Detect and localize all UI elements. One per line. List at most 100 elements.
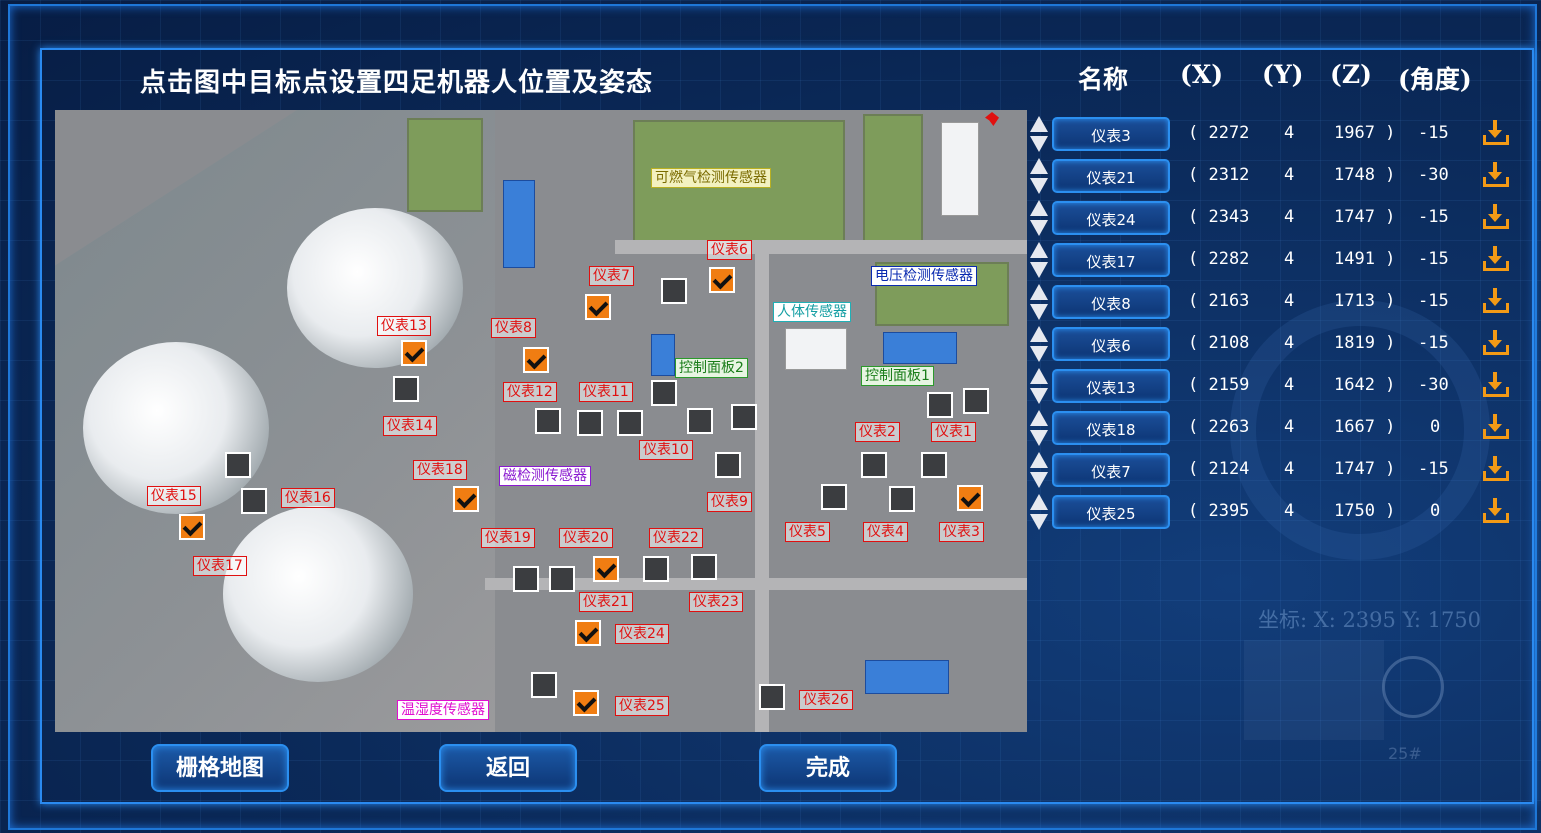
meter-label: 仪表4 — [863, 522, 908, 542]
download-icon[interactable] — [1482, 498, 1509, 524]
row-name-button[interactable]: 仪表18 — [1052, 411, 1170, 445]
target-point-checked[interactable] — [593, 556, 619, 582]
download-icon[interactable] — [1482, 330, 1509, 356]
meter-label: 仪表6 — [707, 240, 752, 260]
cell-x: ( 2159 — [1188, 375, 1250, 395]
download-icon[interactable] — [1482, 372, 1509, 398]
cell-z: 1819 ) — [1334, 333, 1396, 353]
site-map[interactable]: 可燃气检测传感器 电压检测传感器 人体传感器 控制面板2 控制面板1 磁检测传感… — [55, 110, 1027, 732]
cell-x: ( 2343 — [1188, 207, 1250, 227]
table-row: 仪表18 ( 2263 4 1667 ) 0 — [1030, 409, 1520, 449]
cell-x: ( 2124 — [1188, 459, 1250, 479]
target-point[interactable] — [643, 556, 669, 582]
done-button[interactable]: 完成 — [759, 744, 897, 792]
download-icon[interactable] — [1482, 288, 1509, 314]
green-area — [863, 114, 923, 248]
download-icon[interactable] — [1482, 414, 1509, 440]
target-point[interactable] — [651, 380, 677, 406]
row-name-button[interactable]: 仪表24 — [1052, 201, 1170, 235]
row-name-button[interactable]: 仪表7 — [1052, 453, 1170, 487]
row-name-button[interactable]: 仪表17 — [1052, 243, 1170, 277]
target-point-checked[interactable] — [573, 690, 599, 716]
cell-angle: 0 — [1430, 501, 1441, 521]
target-point[interactable] — [513, 566, 539, 592]
reorder-arrows-icon[interactable] — [1030, 452, 1048, 490]
cell-x: ( 2108 — [1188, 333, 1250, 353]
row-name-button[interactable]: 仪表3 — [1052, 117, 1170, 151]
cell-y: 4 — [1284, 333, 1295, 353]
cell-y: 4 — [1284, 207, 1295, 227]
meter-label: 仪表12 — [503, 382, 557, 402]
target-point[interactable] — [889, 486, 915, 512]
coordinate-readout: 坐标: X: 2395 Y: 1750 — [1258, 608, 1482, 632]
cell-y: 4 — [1284, 417, 1295, 437]
target-point[interactable] — [225, 452, 251, 478]
target-point-checked[interactable] — [575, 620, 601, 646]
reorder-arrows-icon[interactable] — [1030, 200, 1048, 238]
target-point[interactable] — [821, 484, 847, 510]
meter-label: 仪表15 — [147, 486, 201, 506]
cell-z: 1642 ) — [1334, 375, 1396, 395]
table-row: 仪表6 ( 2108 4 1819 ) -15 — [1030, 325, 1520, 365]
row-name-button[interactable]: 仪表13 — [1052, 369, 1170, 403]
target-point[interactable] — [661, 278, 687, 304]
target-point[interactable] — [535, 408, 561, 434]
reorder-arrows-icon[interactable] — [1030, 116, 1048, 154]
meter-label: 仪表10 — [639, 440, 693, 460]
target-point-checked[interactable] — [453, 486, 479, 512]
cell-x: ( 2263 — [1188, 417, 1250, 437]
target-point-checked[interactable] — [585, 294, 611, 320]
download-icon[interactable] — [1482, 120, 1509, 146]
target-point-checked[interactable] — [179, 514, 205, 540]
target-point[interactable] — [759, 684, 785, 710]
green-area — [407, 118, 483, 212]
row-name-button[interactable]: 仪表25 — [1052, 495, 1170, 529]
reorder-arrows-icon[interactable] — [1030, 410, 1048, 448]
back-button[interactable]: 返回 — [439, 744, 577, 792]
target-point[interactable] — [687, 408, 713, 434]
download-icon[interactable] — [1482, 204, 1509, 230]
target-point[interactable] — [921, 452, 947, 478]
download-icon[interactable] — [1482, 246, 1509, 272]
download-icon[interactable] — [1482, 162, 1509, 188]
reorder-arrows-icon[interactable] — [1030, 494, 1048, 532]
building — [503, 180, 535, 268]
target-point[interactable] — [927, 392, 953, 418]
table-row: 仪表25 ( 2395 4 1750 ) 0 — [1030, 493, 1520, 533]
target-point[interactable] — [691, 554, 717, 580]
cell-y: 4 — [1284, 165, 1295, 185]
target-point[interactable] — [577, 410, 603, 436]
reorder-arrows-icon[interactable] — [1030, 326, 1048, 364]
target-point[interactable] — [393, 376, 419, 402]
cell-angle: -15 — [1418, 207, 1449, 227]
target-point-checked[interactable] — [957, 485, 983, 511]
target-point[interactable] — [861, 452, 887, 478]
cell-z: 1491 ) — [1334, 249, 1396, 269]
reorder-arrows-icon[interactable] — [1030, 242, 1048, 280]
row-name-button[interactable]: 仪表8 — [1052, 285, 1170, 319]
cell-z: 1667 ) — [1334, 417, 1396, 437]
cell-y: 4 — [1284, 375, 1295, 395]
target-point[interactable] — [549, 566, 575, 592]
target-point[interactable] — [617, 410, 643, 436]
row-name-button[interactable]: 仪表6 — [1052, 327, 1170, 361]
target-point[interactable] — [963, 388, 989, 414]
reorder-arrows-icon[interactable] — [1030, 158, 1048, 196]
table-row: 仪表24 ( 2343 4 1747 ) -15 — [1030, 199, 1520, 239]
target-point[interactable] — [731, 404, 757, 430]
cell-y: 4 — [1284, 459, 1295, 479]
target-point-checked[interactable] — [401, 340, 427, 366]
grid-map-button[interactable]: 栅格地图 — [151, 744, 289, 792]
target-point-checked[interactable] — [523, 347, 549, 373]
download-icon[interactable] — [1482, 456, 1509, 482]
reorder-arrows-icon[interactable] — [1030, 368, 1048, 406]
meter-label: 仪表13 — [377, 316, 431, 336]
target-point[interactable] — [715, 452, 741, 478]
row-name-button[interactable]: 仪表21 — [1052, 159, 1170, 193]
reorder-arrows-icon[interactable] — [1030, 284, 1048, 322]
target-point[interactable] — [241, 488, 267, 514]
target-point[interactable] — [531, 672, 557, 698]
cell-y: 4 — [1284, 501, 1295, 521]
target-point-checked[interactable] — [709, 267, 735, 293]
human-sensor-label: 人体传感器 — [773, 302, 851, 322]
